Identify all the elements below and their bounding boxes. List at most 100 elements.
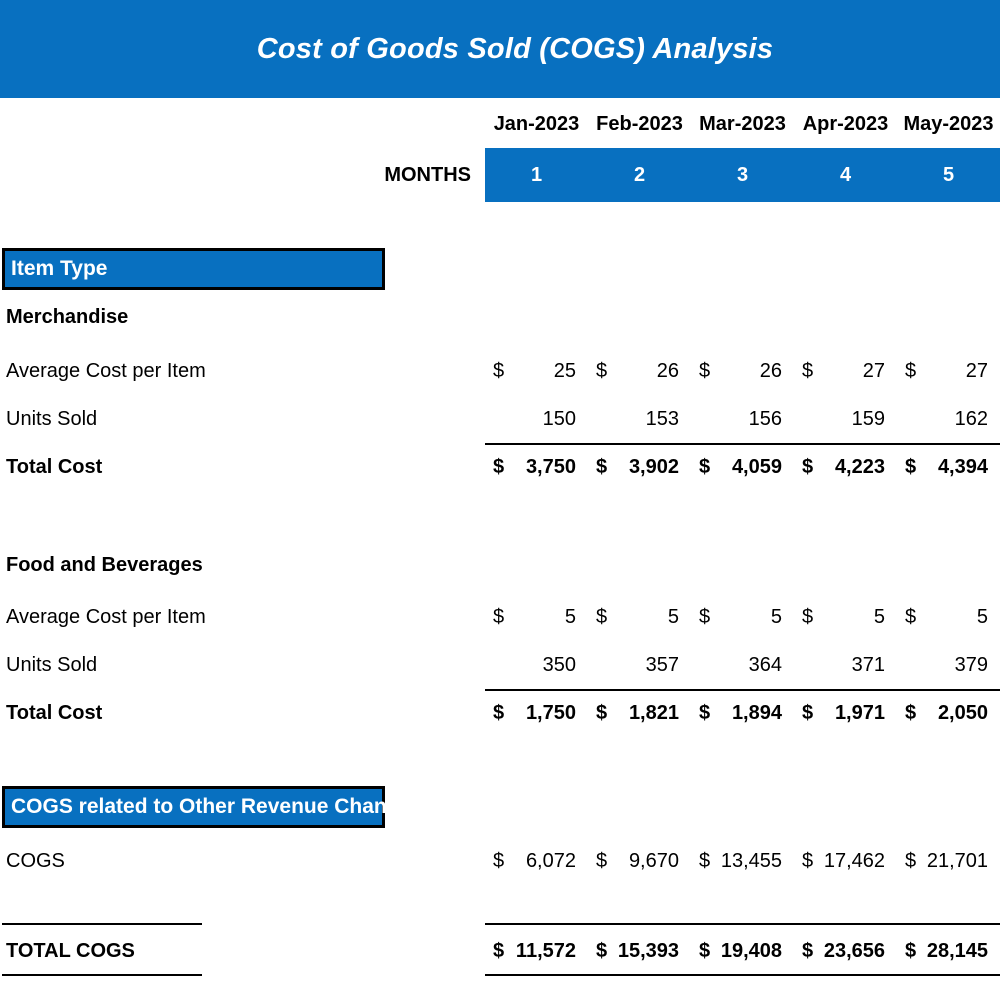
value-cell: 159	[794, 400, 897, 438]
currency-symbol: $	[699, 605, 711, 628]
table-row: Average Cost per Item $ 25 $ 26 $ 26 $ 2…	[0, 352, 1000, 390]
group-header-merchandise-cell: Merchandise	[0, 298, 485, 336]
period-label-cell-3: Mar-2023	[691, 102, 794, 146]
section-header-item-type-label: Item Type	[11, 257, 108, 280]
row-label-cell: Units Sold	[0, 400, 485, 438]
row-label: Units Sold	[6, 407, 98, 430]
value-cell: $ 3,750	[485, 448, 588, 486]
total-label: TOTAL COGS	[6, 939, 135, 962]
table-row: Total Cost $ 3,750 $ 3,902 $ 4,059 $ 4,2…	[0, 448, 1000, 486]
currency-symbol: $	[493, 359, 505, 382]
currency-symbol: $	[905, 605, 917, 628]
row-label: Total Cost	[6, 455, 103, 478]
value-cell: $ 4,223	[794, 448, 897, 486]
currency-symbol: $	[699, 939, 711, 962]
group-header-food-and-beverages: Food and Beverages	[0, 546, 1000, 584]
group-header-merchandise-label: Merchandise	[6, 305, 129, 328]
value-cell: 153	[588, 400, 691, 438]
total-rule-food-and-beverages	[485, 689, 1000, 691]
currency-symbol: $	[596, 359, 608, 382]
currency-symbol: $	[493, 605, 505, 628]
currency-symbol: $	[905, 939, 917, 962]
total-value-cell: $ 23,656	[794, 931, 897, 971]
total-rule-bottom-label	[2, 974, 202, 976]
month-number-cell-5: 5	[897, 148, 1000, 202]
currency-symbol: $	[905, 359, 917, 382]
month-number-cell-4: 4	[794, 148, 897, 202]
value-cell: $ 1,894	[691, 694, 794, 732]
value-cell: 371	[794, 646, 897, 684]
value-cell: 350	[485, 646, 588, 684]
currency-symbol: $	[493, 939, 505, 962]
month-number-4: 4	[839, 163, 852, 186]
value-cell: $ 27	[897, 352, 1000, 390]
value-cell: 357	[588, 646, 691, 684]
currency-symbol: $	[802, 939, 814, 962]
value: 150	[542, 407, 576, 430]
currency-symbol: $	[699, 359, 711, 382]
row-label-cell: Total Cost	[0, 694, 485, 732]
period-label-5: May-2023	[903, 112, 994, 135]
value-cell: $ 26	[588, 352, 691, 390]
value-cell: 156	[691, 400, 794, 438]
month-number-5: 5	[942, 163, 955, 186]
section-header-item-type: Item Type	[2, 248, 385, 290]
period-label-cell-5: May-2023	[897, 102, 1000, 146]
value: 379	[954, 653, 988, 676]
period-label-cell-4: Apr-2023	[794, 102, 897, 146]
value-cell: 379	[897, 646, 1000, 684]
total-rule-merchandise	[485, 443, 1000, 445]
period-label-2: Feb-2023	[596, 112, 683, 135]
total-rule-top-data	[485, 923, 1000, 925]
value-cell: $ 5	[897, 598, 1000, 636]
currency-symbol: $	[699, 849, 711, 872]
value-cell: $ 25	[485, 352, 588, 390]
total-row: TOTAL COGS $ 11,572 $ 15,393 $ 19,408 $ …	[0, 931, 1000, 971]
period-label-1: Jan-2023	[493, 112, 580, 135]
currency-symbol: $	[699, 455, 711, 478]
month-number-2: 2	[633, 163, 646, 186]
table-row: Units Sold 350 357 364 371 379	[0, 646, 1000, 684]
group-header-merchandise: Merchandise	[0, 298, 1000, 336]
value-cell: $ 5	[588, 598, 691, 636]
value: 350	[542, 653, 576, 676]
row-label: Average Cost per Item	[6, 605, 206, 628]
row-label: Average Cost per Item	[6, 359, 206, 382]
spreadsheet-body: Jan-2023 Feb-2023 Mar-2023 Apr-2023 May-…	[0, 98, 1000, 1000]
value: 159	[851, 407, 885, 430]
value: 371	[851, 653, 885, 676]
row-label: COGS	[6, 849, 65, 872]
value-cell: 150	[485, 400, 588, 438]
month-number-cell-1: 1	[485, 148, 588, 202]
period-label-row: Jan-2023 Feb-2023 Mar-2023 Apr-2023 May-…	[0, 102, 1000, 146]
value: 364	[748, 653, 782, 676]
value-cell: $ 21,701	[897, 842, 1000, 880]
value-cell: $ 6,072	[485, 842, 588, 880]
month-number-cell-3: 3	[691, 148, 794, 202]
month-number-1: 1	[530, 163, 543, 186]
currency-symbol: $	[905, 849, 917, 872]
currency-symbol: $	[493, 849, 505, 872]
section-header-other-revenue-channels: COGS related to Other Revenue Channels	[2, 786, 429, 828]
total-rule-top-label	[2, 923, 202, 925]
row-label: Total Cost	[6, 701, 103, 724]
currency-symbol: $	[802, 455, 814, 478]
row-label-cell: COGS	[0, 842, 485, 880]
value-cell: $ 5	[794, 598, 897, 636]
value-cell: $ 1,971	[794, 694, 897, 732]
value-cell: $ 26	[691, 352, 794, 390]
currency-symbol: $	[905, 455, 917, 478]
total-value-cell: $ 28,145	[897, 931, 1000, 971]
currency-symbol: $	[493, 701, 505, 724]
table-row: Units Sold 150 153 156 159 162	[0, 400, 1000, 438]
value: 156	[748, 407, 782, 430]
currency-symbol: $	[802, 849, 814, 872]
period-label-cell-2: Feb-2023	[588, 102, 691, 146]
value-cell: $ 1,821	[588, 694, 691, 732]
month-number-cell-2: 2	[588, 148, 691, 202]
row-label-cell: Total Cost	[0, 448, 485, 486]
value-cell: $ 2,050	[897, 694, 1000, 732]
currency-symbol: $	[905, 701, 917, 724]
period-label-3: Mar-2023	[699, 112, 786, 135]
total-value-cell: $ 15,393	[588, 931, 691, 971]
